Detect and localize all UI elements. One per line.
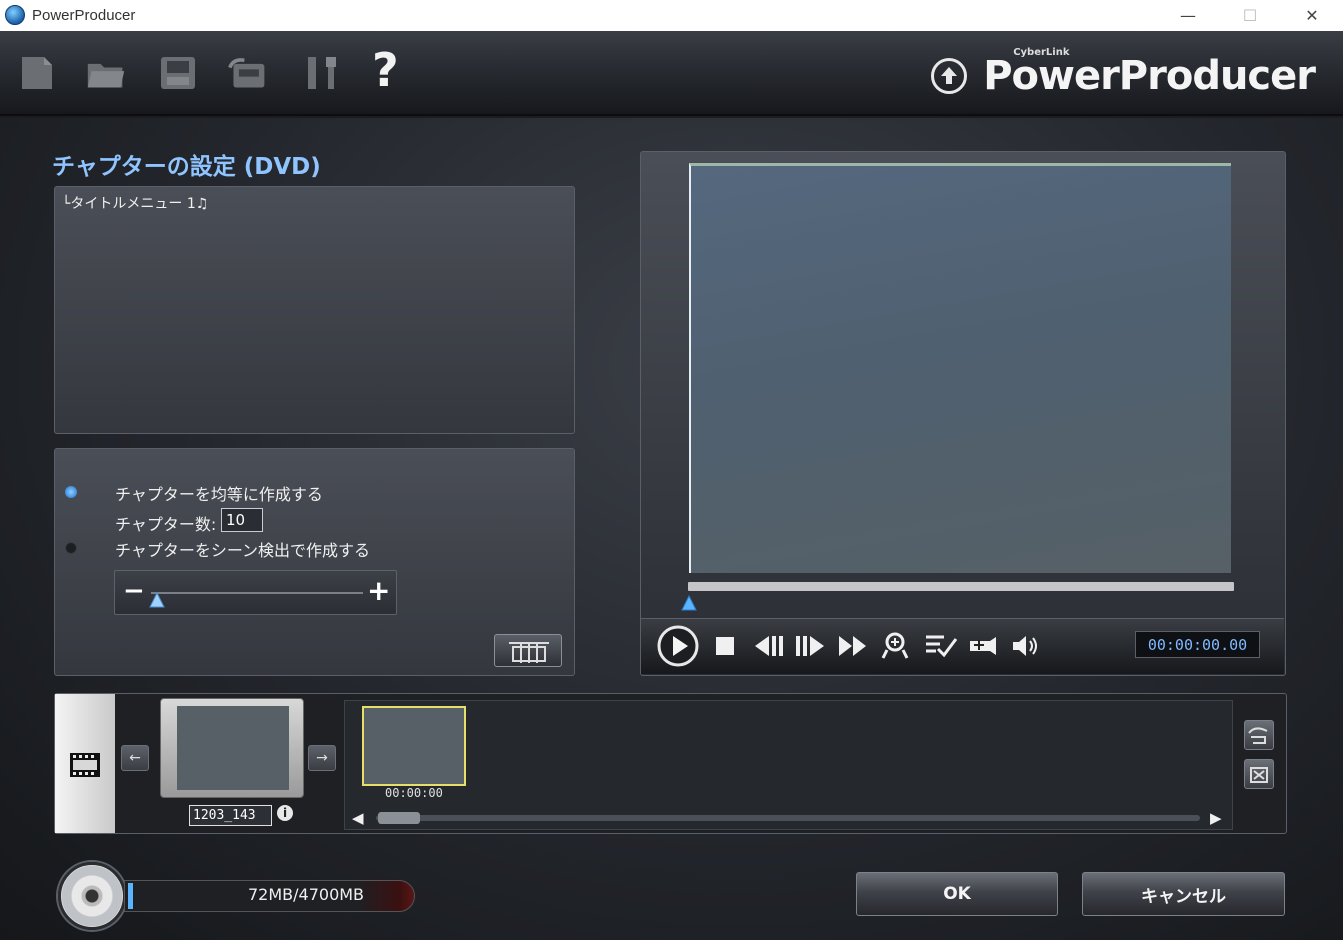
scene-detection-label: チャプターをシーン検出で作成する [115,541,371,560]
title-thumbnail[interactable] [177,706,289,790]
minus-icon[interactable]: − [123,577,145,605]
seek-bar[interactable] [688,582,1234,591]
page-title: チャプターの設定 (DVD) [52,154,321,180]
delete-icon [1250,767,1268,783]
sensitivity-slider[interactable]: − + [114,570,397,615]
cancel-button[interactable]: キャンセル [1082,872,1285,916]
minimize-button[interactable]: — [1165,0,1211,31]
brand-logo: CyberLink PowerProducer [931,47,1316,101]
brand-vendor: CyberLink [1013,47,1070,58]
save-icon[interactable] [158,53,198,93]
chapter-count-input[interactable] [221,508,263,532]
main-toolbar: ? CyberLink PowerProducer [0,31,1343,116]
scroll-left-button[interactable]: ◀ [352,809,364,827]
scrollbar-thumb[interactable] [378,812,420,824]
undo-button[interactable] [1244,720,1274,750]
next-title-button[interactable]: → [308,745,336,771]
radio-scene-detection[interactable] [65,542,77,554]
chapter-list-icon[interactable] [924,633,958,659]
undo-icon [1248,727,1268,744]
close-button[interactable]: ✕ [1289,0,1335,31]
timeline-tab[interactable] [55,694,115,833]
play-icon[interactable] [656,624,700,668]
chapter-count-label: チャプター数: [115,515,217,534]
tools-icon[interactable] [302,53,342,93]
prev-title-button[interactable]: ← [121,745,149,771]
video-preview [689,163,1231,573]
export-icon[interactable] [228,53,268,93]
timecode-display: 00:00:00.00 [1135,631,1260,658]
title-name-field[interactable]: 1203_143 [189,805,272,826]
chapter-thumbnail[interactable] [362,706,466,786]
brand-product: PowerProducer [983,53,1316,99]
capacity-fill [128,883,133,909]
disc-icon [58,862,126,930]
chapter-time: 00:00:00 [385,786,443,800]
maximize-button[interactable]: ☐ [1227,0,1273,31]
upgrade-icon[interactable] [931,58,968,94]
slider-track [151,592,363,594]
new-file-icon[interactable] [18,53,58,93]
film-strip-icon [509,642,549,663]
capacity-text: 72MB/4700MB [248,885,365,904]
volume-icon[interactable] [1011,633,1041,659]
scroll-right-button[interactable]: ▶ [1210,809,1222,827]
ok-button[interactable]: OK [856,872,1058,916]
next-frame-icon[interactable] [794,634,828,658]
film-icon [70,753,100,777]
window-title: PowerProducer [32,7,136,24]
info-icon[interactable]: i [277,805,293,821]
snapshot-icon[interactable] [968,633,1000,659]
brand-name: CyberLink PowerProducer [983,47,1316,99]
stop-icon[interactable] [714,635,736,657]
add-chapter-icon[interactable] [881,632,911,660]
help-icon[interactable]: ? [372,47,399,93]
even-chapters-label: チャプターを均等に作成する [115,485,323,504]
horizontal-scrollbar[interactable] [376,815,1200,821]
fast-forward-icon[interactable] [837,634,869,658]
open-folder-icon[interactable] [86,53,126,93]
radio-even-chapters[interactable] [65,486,77,498]
plus-icon[interactable]: + [367,577,390,605]
seek-handle[interactable] [680,594,698,612]
prev-frame-icon[interactable] [753,634,787,658]
chapters-strip [344,700,1233,830]
apply-chapters-button[interactable] [494,634,562,667]
delete-chapter-button[interactable] [1244,759,1274,789]
window-titlebar: PowerProducer — ☐ ✕ [0,0,1343,31]
slider-handle[interactable] [148,591,166,609]
tree-item-title-menu[interactable]: └タイトルメニュー 1♫ [62,193,208,213]
title-tree-panel [54,186,575,434]
app-logo-icon [5,5,25,25]
